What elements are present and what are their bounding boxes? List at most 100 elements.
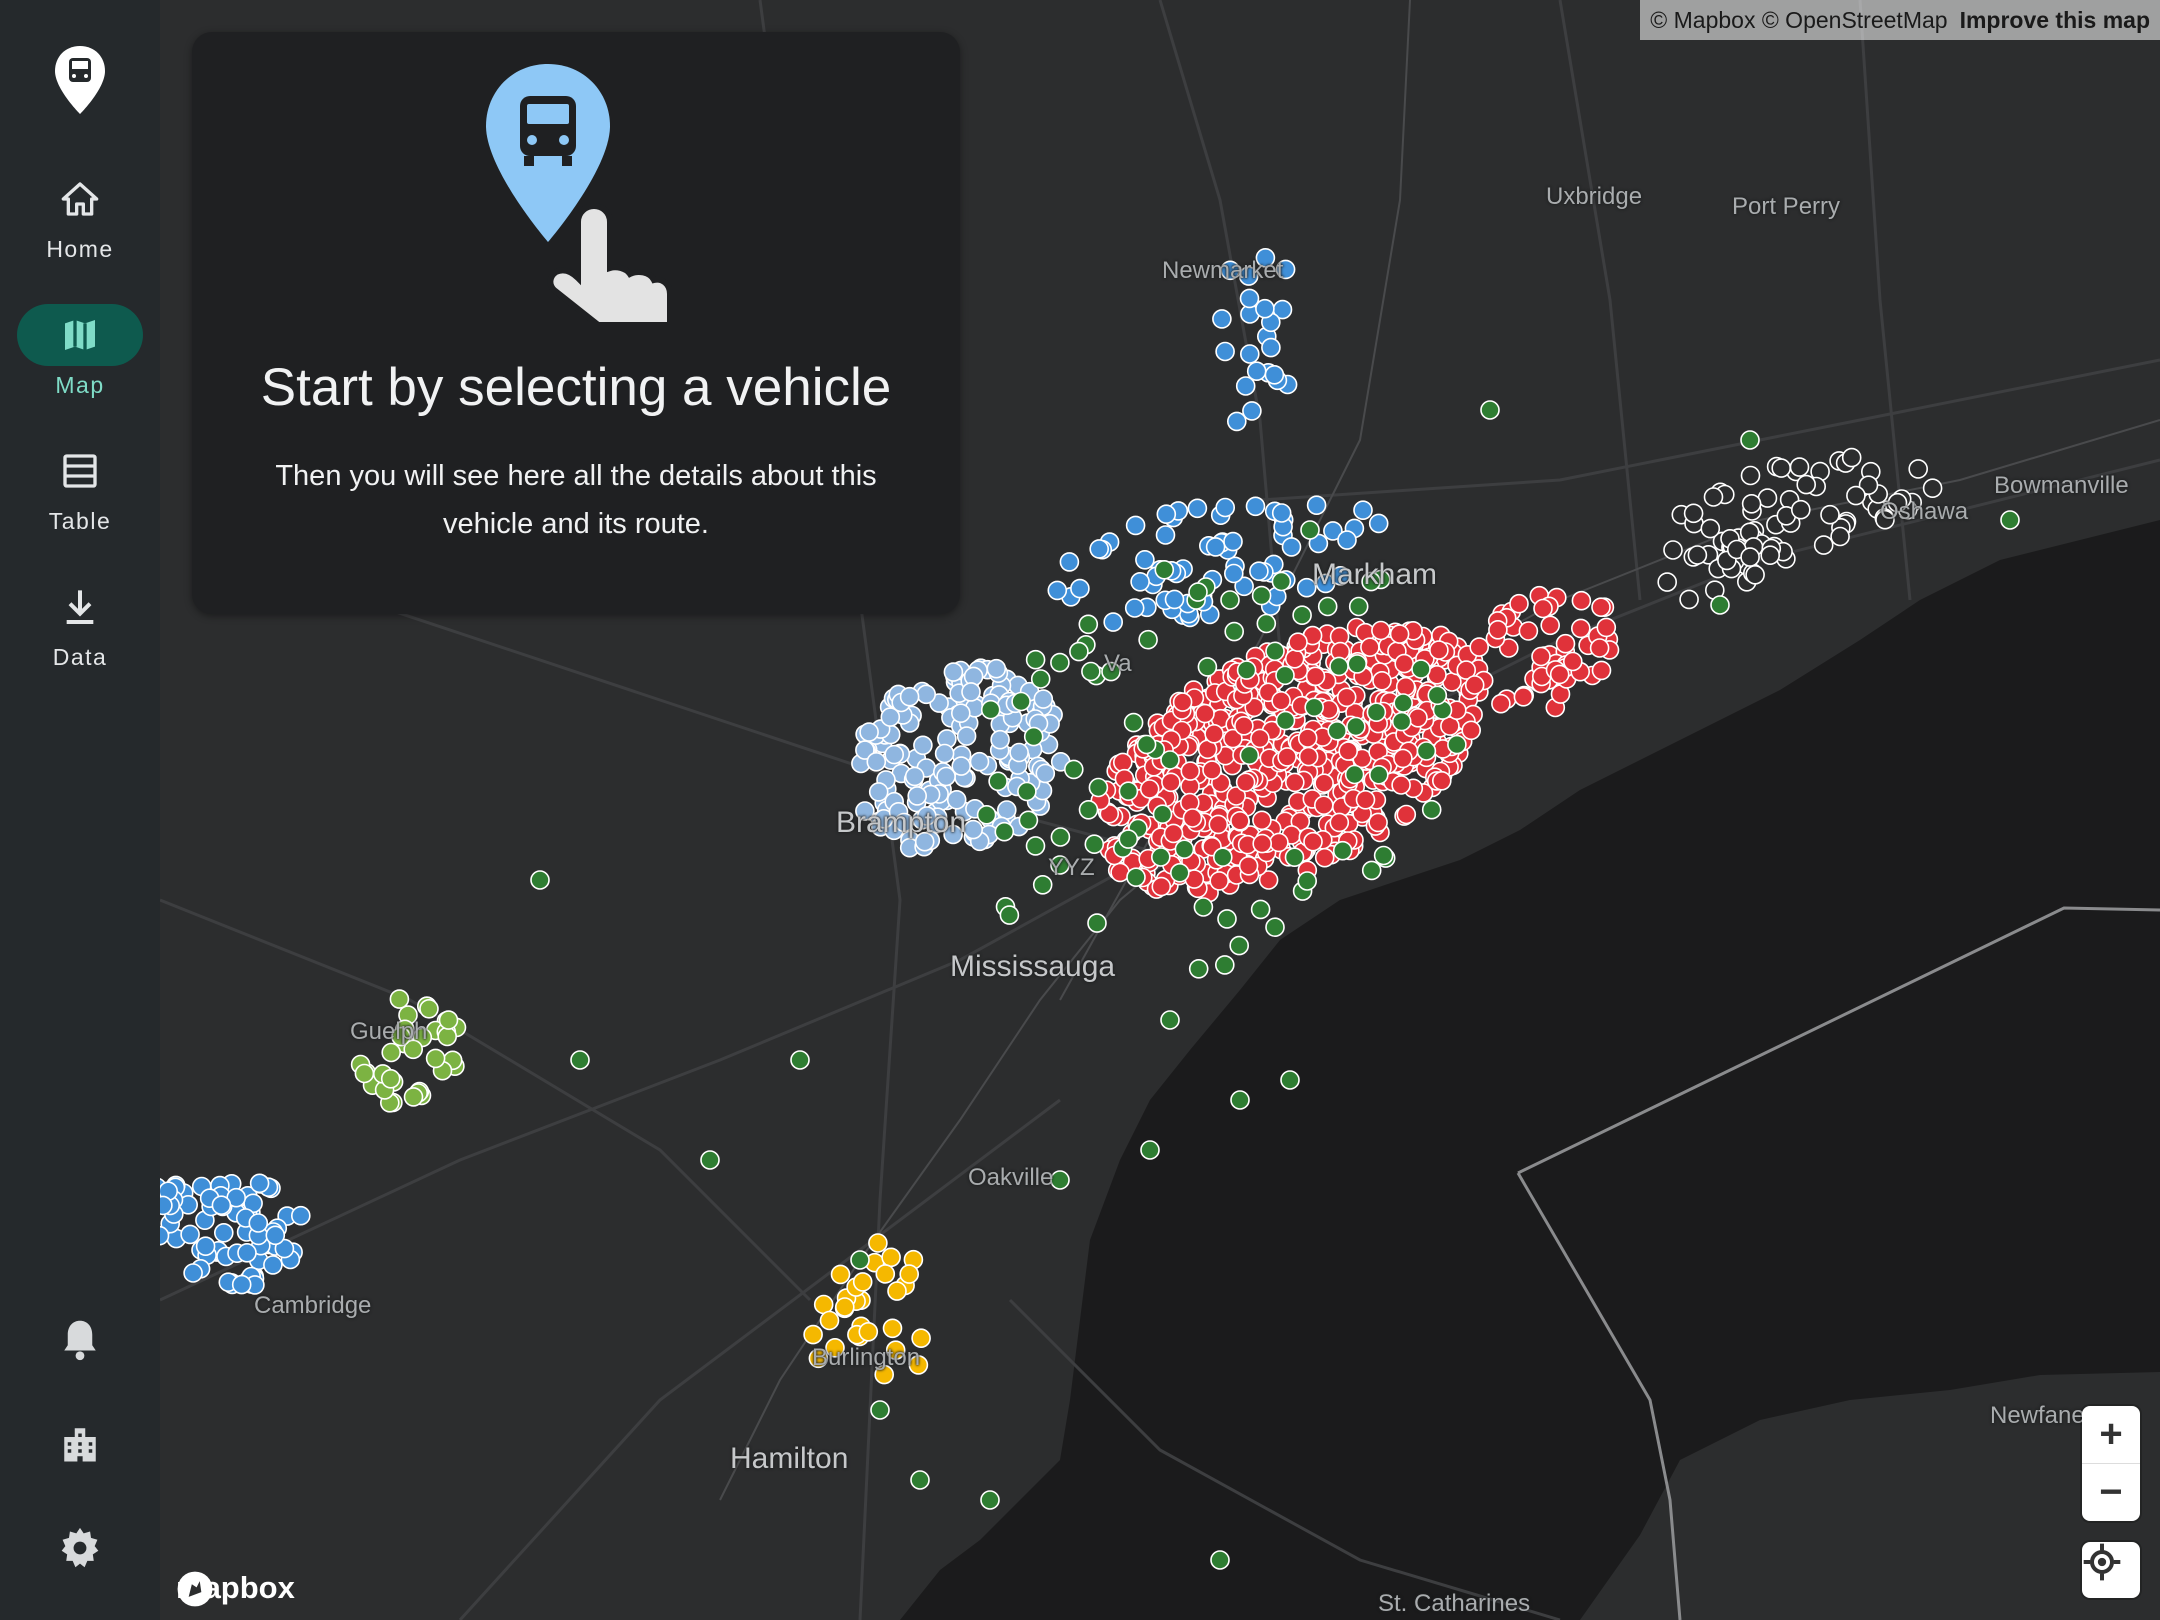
vehicle-marker[interactable] — [419, 998, 439, 1019]
vehicle-marker[interactable] — [1124, 598, 1145, 618]
vehicle-marker[interactable] — [1298, 746, 1319, 767]
vehicle-marker[interactable] — [1140, 1140, 1160, 1160]
vehicle-marker[interactable] — [1118, 781, 1139, 802]
vehicle-marker[interactable] — [1155, 525, 1176, 545]
vehicle-marker[interactable] — [1125, 515, 1146, 536]
vehicle-marker[interactable] — [1172, 692, 1193, 712]
vehicle-marker[interactable] — [1154, 559, 1175, 580]
vehicle-marker[interactable] — [1126, 867, 1146, 888]
vehicle-marker[interactable] — [1284, 847, 1305, 868]
vehicle-marker[interactable] — [1255, 298, 1275, 319]
vehicle-marker[interactable] — [1416, 741, 1437, 761]
vehicle-marker[interactable] — [1059, 552, 1080, 572]
vehicle-marker[interactable] — [1250, 899, 1271, 920]
vehicle-marker[interactable] — [1393, 693, 1413, 713]
vehicle-marker[interactable] — [1329, 656, 1349, 677]
vehicle-marker[interactable] — [1740, 430, 1760, 450]
vehicle-marker[interactable] — [1063, 759, 1084, 780]
vehicle-marker[interactable] — [1089, 539, 1110, 559]
vehicle-marker[interactable] — [1344, 764, 1365, 785]
vehicle-marker[interactable] — [1846, 485, 1866, 506]
vehicle-marker[interactable] — [1740, 547, 1760, 567]
vehicle-marker[interactable] — [1394, 653, 1414, 674]
vehicle-marker[interactable] — [999, 905, 1020, 925]
vehicle-marker[interactable] — [1180, 761, 1201, 781]
vehicle-marker[interactable] — [1275, 665, 1295, 686]
vehicle-marker[interactable] — [1050, 1170, 1070, 1190]
vehicle-marker[interactable] — [1303, 831, 1323, 852]
vehicle-marker[interactable] — [1112, 752, 1133, 773]
vehicle-marker[interactable] — [1050, 827, 1071, 847]
vehicle-marker[interactable] — [803, 1324, 823, 1345]
vehicle-marker[interactable] — [1314, 795, 1334, 816]
vehicle-marker[interactable] — [1353, 500, 1373, 521]
vehicle-marker[interactable] — [1205, 537, 1226, 557]
vehicle-marker[interactable] — [1103, 612, 1124, 632]
vehicle-marker[interactable] — [986, 658, 1007, 679]
vehicle-marker[interactable] — [1741, 493, 1762, 514]
vehicle-marker[interactable] — [1164, 589, 1185, 610]
vehicle-marker[interactable] — [213, 1223, 234, 1243]
vehicle-marker[interactable] — [1138, 629, 1158, 650]
vehicle-marker[interactable] — [1136, 734, 1157, 755]
vehicle-marker[interactable] — [160, 1195, 173, 1216]
vehicle-marker[interactable] — [850, 1250, 870, 1270]
vehicle-marker[interactable] — [1033, 689, 1054, 709]
vehicle-marker[interactable] — [1280, 1070, 1300, 1090]
vehicle-marker[interactable] — [1223, 531, 1243, 552]
geolocate-button[interactable] — [2082, 1542, 2140, 1598]
vehicle-marker[interactable] — [1336, 687, 1357, 708]
vehicle-marker[interactable] — [1366, 702, 1387, 723]
vehicle-marker[interactable] — [1265, 641, 1285, 662]
vehicle-marker[interactable] — [1796, 474, 1816, 495]
vehicle-marker[interactable] — [248, 1213, 269, 1233]
vehicle-marker[interactable] — [195, 1236, 216, 1256]
vehicle-marker[interactable] — [868, 1233, 888, 1253]
vehicle-marker[interactable] — [916, 684, 937, 705]
vehicle-marker[interactable] — [1687, 545, 1708, 565]
bell-icon[interactable] — [50, 1310, 110, 1370]
vehicle-marker[interactable] — [1271, 503, 1292, 523]
vehicle-marker[interactable] — [1212, 309, 1232, 329]
vehicle-marker[interactable] — [1220, 590, 1240, 610]
vehicle-marker[interactable] — [1332, 840, 1353, 861]
vehicle-marker[interactable] — [1152, 804, 1173, 825]
vehicle-marker[interactable] — [1348, 596, 1369, 617]
vehicle-marker[interactable] — [1275, 710, 1296, 731]
vehicle-marker[interactable] — [936, 766, 956, 787]
vehicle-marker[interactable] — [1429, 640, 1449, 660]
vehicle-marker[interactable] — [1395, 676, 1416, 697]
vehicle-marker[interactable] — [1271, 571, 1292, 592]
vehicle-marker[interactable] — [1229, 935, 1249, 956]
vehicle-marker[interactable] — [1571, 590, 1592, 611]
vehicle-marker[interactable] — [438, 1010, 459, 1030]
vehicle-marker[interactable] — [700, 1150, 720, 1170]
vehicle-marker[interactable] — [1745, 564, 1765, 585]
vehicle-marker[interactable] — [1224, 621, 1244, 642]
vehicle-marker[interactable] — [1084, 834, 1105, 855]
vehicle-marker[interactable] — [910, 1470, 930, 1490]
vehicle-marker[interactable] — [907, 786, 928, 806]
vehicle-marker[interactable] — [1596, 617, 1617, 638]
vehicle-marker[interactable] — [969, 751, 990, 772]
bus-marker-logo[interactable] — [50, 44, 110, 116]
vehicle-marker[interactable] — [1305, 666, 1326, 687]
vehicle-marker[interactable] — [1078, 614, 1099, 635]
gear-icon[interactable] — [50, 1518, 110, 1578]
vehicle-marker[interactable] — [1469, 637, 1489, 657]
vehicle-marker[interactable] — [1230, 810, 1250, 831]
vehicle-marker[interactable] — [884, 744, 905, 765]
improve-map-link[interactable]: Improve this map — [1960, 7, 2150, 34]
vehicle-marker[interactable] — [1160, 1010, 1180, 1030]
vehicle-marker[interactable] — [1533, 598, 1553, 619]
vehicle-marker[interactable] — [1150, 847, 1171, 867]
vehicle-marker[interactable] — [990, 729, 1010, 750]
vehicle-marker[interactable] — [1195, 703, 1215, 724]
vehicle-marker[interactable] — [1174, 839, 1195, 860]
vehicle-marker[interactable] — [1009, 742, 1029, 763]
vehicle-marker[interactable] — [852, 1272, 873, 1292]
vehicle-marker[interactable] — [2000, 510, 2020, 530]
vehicle-marker[interactable] — [1284, 648, 1305, 669]
vehicle-marker[interactable] — [1210, 1550, 1230, 1570]
zoom-in-button[interactable]: + — [2082, 1406, 2140, 1463]
